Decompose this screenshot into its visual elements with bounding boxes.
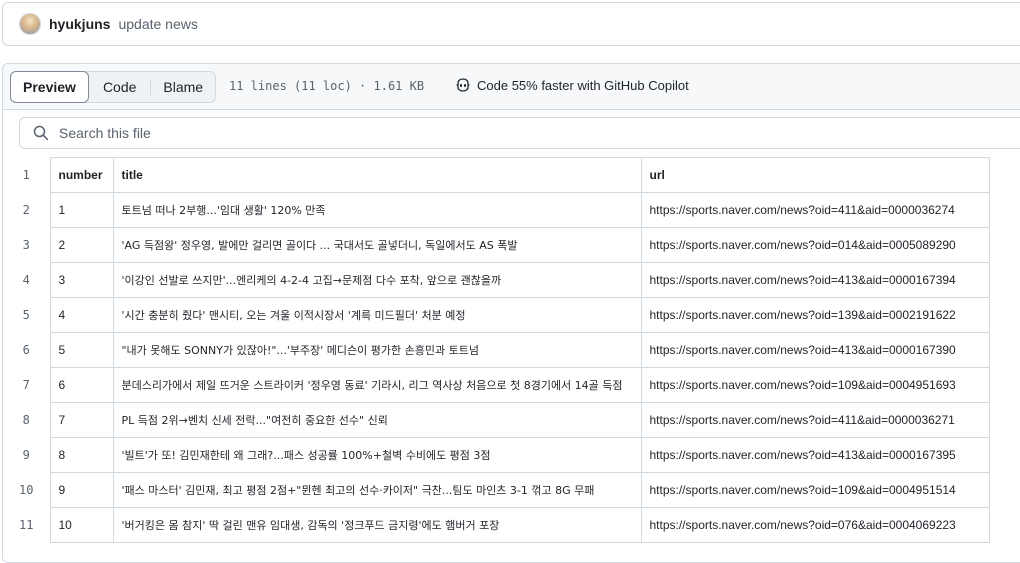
line-number[interactable]: 10 [3,472,51,508]
table-row: 8 7 PL 득점 2위→벤치 신세 전락..."여전히 중요한 선수" 신뢰 htt… [3,402,990,438]
cell-number: 5 [49,332,114,368]
cell-title: '이강인 선발로 쓰지만'...엔리케의 4-2-4 고집→문제점 다수 포착,… [112,262,642,298]
table-row: 11 10 '버거킹은 몸 참지' 딱 걸린 맨유 임대생, 감독의 '정크푸드 금… [3,507,990,543]
line-number[interactable]: 6 [3,332,51,368]
cell-title: '빌트'가 또! 김민재한테 왜 그래?...패스 성공률 100%+철벽 수비… [112,437,642,473]
file-search [19,117,1020,149]
csv-table: 1 number title url 2 1 토트넘 떠나 2부행...'임대 생활… [3,157,990,543]
cell-title: '버거킹은 몸 참지' 딱 걸린 맨유 임대생, 감독의 '정크푸드 금지령'에… [112,507,642,543]
tab-blame[interactable]: Blame [151,72,215,102]
view-mode-switcher: Preview Code Blame [10,71,217,103]
line-number[interactable]: 7 [3,367,51,403]
table-row: 3 2 'AG 득점왕' 정우영, 발에만 걸리면 골이다 ... 국대서도 골넣더… [3,227,990,263]
commit-author[interactable]: hyukjuns [49,16,110,32]
file-header: Preview Code Blame 11 lines (11 loc) · 1… [3,64,1020,110]
cell-number: 7 [49,402,114,438]
search-icon [33,125,49,141]
cell-url: https://sports.naver.com/news?oid=413&ai… [640,332,990,368]
cell-url: https://sports.naver.com/news?oid=139&ai… [640,297,990,333]
line-number[interactable]: 1 [3,157,51,193]
avatar[interactable] [19,13,41,35]
table-row: 9 8 '빌트'가 또! 김민재한테 왜 그래?...패스 성공률 100%+철벽 … [3,437,990,473]
table-row: 6 5 "내가 못해도 SONNY가 있잖아!"...'부주장' 메디슨이 평가한 … [3,332,990,368]
copilot-label: Code 55% faster with GitHub Copilot [477,77,689,93]
cell-number: 9 [49,472,114,508]
cell-title: "내가 못해도 SONNY가 있잖아!"...'부주장' 메디슨이 평가한 손흥… [112,332,642,368]
copilot-icon [456,78,470,92]
cell-title: '패스 마스터' 김민재, 최고 평점 2점+"뮌헨 최고의 선수·카이저" 극… [112,472,642,508]
file-viewer: Preview Code Blame 11 lines (11 loc) · 1… [2,63,1020,563]
cell-title: PL 득점 2위→벤치 신세 전락..."여전히 중요한 선수" 신뢰 [112,402,642,438]
copilot-promo-link[interactable]: Code 55% faster with GitHub Copilot [455,77,689,93]
table-row: 10 9 '패스 마스터' 김민재, 최고 평점 2점+"뮌헨 최고의 선수·카이저… [3,472,990,508]
line-number[interactable]: 2 [3,192,51,228]
column-header-url: url [640,157,990,193]
line-number[interactable]: 5 [3,297,51,333]
commit-message[interactable]: update news [118,16,197,32]
line-number[interactable]: 9 [3,437,51,473]
column-header-title: title [112,157,642,193]
cell-url: https://sports.naver.com/news?oid=109&ai… [640,472,990,508]
cell-title: 토트넘 떠나 2부행...'임대 생활' 120% 만족 [112,192,642,228]
cell-url: https://sports.naver.com/news?oid=413&ai… [640,262,990,298]
cell-url: https://sports.naver.com/news?oid=014&ai… [640,227,990,263]
cell-number: 3 [49,262,114,298]
cell-number: 2 [49,227,114,263]
cell-url: https://sports.naver.com/news?oid=411&ai… [640,192,990,228]
cell-url: https://sports.naver.com/news?oid=411&ai… [640,402,990,438]
cell-number: 10 [49,507,114,543]
cell-number: 6 [49,367,114,403]
cell-number: 4 [49,297,114,333]
table-row: 7 6 분데스리가에서 제일 뜨거운 스트라이커 '정우영 동료' 기라시, 리그 … [3,367,990,403]
table-row: 2 1 토트넘 떠나 2부행...'임대 생활' 120% 만족 https://sp… [3,192,990,228]
latest-commit-bar: hyukjuns update news [2,2,1020,46]
cell-title: 분데스리가에서 제일 뜨거운 스트라이커 '정우영 동료' 기라시, 리그 역사… [112,367,642,403]
cell-number: 1 [49,192,114,228]
table-body: 2 1 토트넘 떠나 2부행...'임대 생활' 120% 만족 https://sp… [3,192,990,543]
column-header-number: number [49,157,114,193]
line-number[interactable]: 8 [3,402,51,438]
cell-title: 'AG 득점왕' 정우영, 발에만 걸리면 골이다 ... 국대서도 골넣더니,… [112,227,642,263]
table-row: 5 4 '시간 충분히 줬다' 맨시티, 오는 겨울 이적시장서 '계륵 미드필더'… [3,297,990,333]
line-number[interactable]: 11 [3,507,51,543]
table-row: 4 3 '이강인 선발로 쓰지만'...엔리케의 4-2-4 고집→문제점 다수 포… [3,262,990,298]
line-number[interactable]: 3 [3,227,51,263]
table-header-row: 1 number title url [3,157,990,193]
file-size-info: 11 lines (11 loc) · 1.61 KB [229,79,425,93]
tab-preview[interactable]: Preview [10,71,89,103]
cell-title: '시간 충분히 줬다' 맨시티, 오는 겨울 이적시장서 '계륵 미드필더' 처… [112,297,642,333]
tab-code[interactable]: Code [88,72,150,102]
cell-url: https://sports.naver.com/news?oid=109&ai… [640,367,990,403]
search-input[interactable] [57,124,957,142]
cell-url: https://sports.naver.com/news?oid=413&ai… [640,437,990,473]
cell-url: https://sports.naver.com/news?oid=076&ai… [640,507,990,543]
line-number[interactable]: 4 [3,262,51,298]
cell-number: 8 [49,437,114,473]
